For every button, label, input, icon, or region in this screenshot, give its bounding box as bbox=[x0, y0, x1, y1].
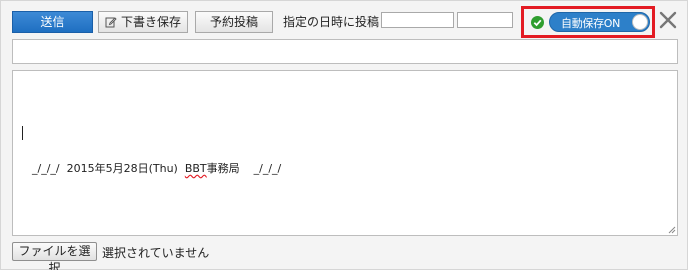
post-editor: 送信 下書き保存 予約投稿 指定の日時に投稿 自動保存ON _/_/_/ 201… bbox=[0, 0, 688, 270]
toggle-knob bbox=[632, 14, 648, 30]
signature-suffix: 事務局 _/_/_/ bbox=[206, 162, 282, 175]
schedule-time-input[interactable] bbox=[457, 12, 513, 28]
text-caret bbox=[22, 126, 23, 140]
save-draft-button-content: 下書き保存 bbox=[105, 12, 181, 32]
close-icon[interactable] bbox=[658, 10, 678, 30]
body-textarea[interactable]: _/_/_/ 2015年5月28日(Thu) BBT事務局 _/_/_/ bbox=[12, 70, 678, 236]
save-draft-button[interactable]: 下書き保存 bbox=[98, 11, 188, 33]
autosave-toggle[interactable]: 自動保存ON bbox=[549, 12, 650, 32]
signature-spellcheck-word: BBT bbox=[184, 162, 207, 175]
schedule-date-input[interactable] bbox=[381, 12, 454, 28]
send-button[interactable]: 送信 bbox=[12, 11, 93, 33]
edit-icon bbox=[105, 17, 117, 28]
scheduled-post-button[interactable]: 予約投稿 bbox=[195, 11, 273, 33]
autosave-toggle-label: 自動保存ON bbox=[561, 17, 621, 30]
resize-grip-icon[interactable] bbox=[668, 226, 676, 234]
file-status-text: 選択されていません bbox=[102, 246, 210, 260]
save-draft-label: 下書き保存 bbox=[120, 15, 181, 29]
autosave-highlight: 自動保存ON bbox=[521, 6, 655, 38]
title-input[interactable] bbox=[12, 39, 678, 64]
check-circle-icon bbox=[531, 16, 544, 29]
signature-prefix: _/_/_/ 2015年5月28日(Thu) bbox=[32, 162, 185, 175]
signature-line: _/_/_/ 2015年5月28日(Thu) BBT事務局 _/_/_/ bbox=[32, 160, 281, 176]
schedule-datetime-label: 指定の日時に投稿 bbox=[283, 15, 380, 29]
choose-file-button[interactable]: ファイルを選択 bbox=[12, 242, 97, 270]
